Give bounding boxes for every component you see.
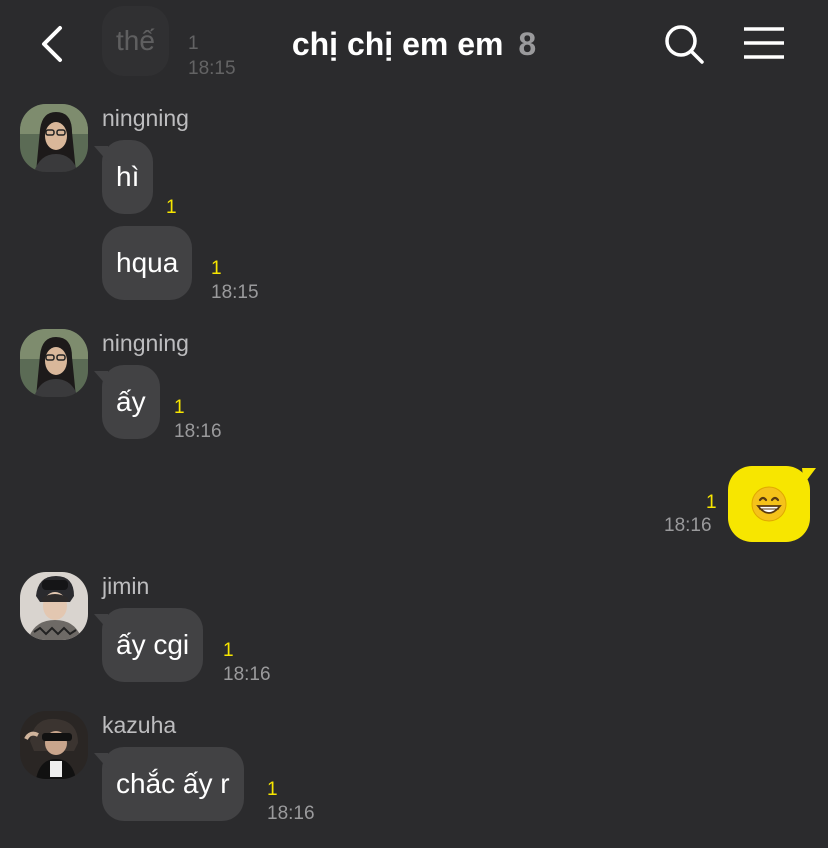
avatar-jimin[interactable] [20,572,88,640]
member-count: 8 [518,26,537,62]
avatar-photo [20,104,88,172]
unread-count: 1 [174,397,185,418]
unread-count: 1 [706,492,717,513]
chat-title-text: chị chị em em [291,26,504,62]
sender-name: ningning [102,105,189,131]
my-message-bubble[interactable]: 😁 [728,466,810,542]
message-bubble[interactable]: chắc ấy r [94,747,244,821]
unread-count: 1 [211,258,222,279]
message-time: 18:16 [223,664,271,685]
grinning-face-emoji [751,486,787,522]
message-text: hì [116,161,140,192]
unread-count: 1 [166,197,177,218]
unread-count: 1 [223,640,234,661]
search-icon [665,25,704,64]
search-button[interactable] [662,22,706,66]
avatar-ningning[interactable] [20,104,88,172]
message-bubble[interactable]: hì [93,140,154,214]
message-bubble[interactable]: ấy [94,365,160,439]
message-text: ấy cgi [116,629,190,660]
sender-name: jimin [102,573,150,599]
hamburger-menu-icon [744,27,784,59]
message-bubble[interactable]: ấy cgi [93,608,204,682]
my-bubble-tail [802,468,816,484]
avatar-photo [20,572,88,640]
message-time: 18:15 [211,282,259,303]
message-text: ấy [116,386,146,417]
message-text: hqua [116,247,179,278]
message-text: chắc ấy r [116,768,230,799]
message-time: 18:16 [664,515,712,536]
sender-name: kazuha [102,712,177,738]
avatar-photo [20,711,88,779]
avatar-ningning[interactable] [20,329,88,397]
avatar-photo [20,329,88,397]
message-bubble[interactable]: hqua [102,226,193,300]
message-time: 18:16 [174,421,222,442]
chat-header: chị chị em em 8 [0,0,828,88]
avatar-kazuha[interactable] [20,711,88,779]
sender-name: ningning [102,330,189,356]
menu-button[interactable] [742,24,786,64]
message-time: 18:16 [267,803,315,824]
unread-count: 1 [267,779,278,800]
